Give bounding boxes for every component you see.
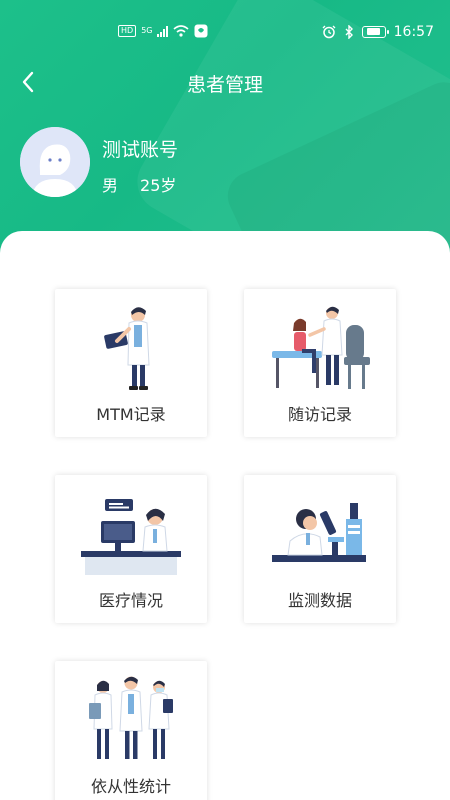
doctor-tablet-illustration	[104, 307, 150, 390]
page-title: 患者管理	[186, 74, 263, 96]
header-banner: HD 5G 16:57 患者管理 测试账号 男 25岁	[0, 0, 450, 260]
avatar	[20, 127, 90, 197]
card-label: MTM记录	[96, 405, 166, 424]
doctor-computer-illustration	[81, 499, 181, 575]
patient-age: 25岁	[140, 176, 177, 195]
hd-indicator: HD	[118, 25, 137, 37]
compliance-stats-card[interactable]: 依从性统计	[55, 661, 207, 800]
patient-name: 测试账号	[102, 139, 179, 161]
battery-icon	[361, 26, 389, 38]
card-label: 医疗情况	[98, 591, 163, 610]
card-label: 依从性统计	[90, 777, 171, 796]
signal-icon	[157, 25, 169, 37]
microscope-illustration	[272, 503, 366, 562]
doctor-child-illustration	[272, 306, 370, 389]
navigation-bar: 患者管理	[0, 58, 450, 106]
patient-gender: 男	[102, 176, 119, 195]
alarm-icon	[322, 25, 336, 39]
network-type: 5G	[141, 26, 153, 35]
medical-status-card[interactable]: 医疗情况	[55, 475, 207, 623]
monitoring-data-card[interactable]: 监测数据	[244, 475, 396, 623]
wifi-icon	[173, 25, 190, 37]
patient-profile: 测试账号 男 25岁	[20, 127, 178, 197]
mtm-record-card[interactable]: MTM记录	[55, 289, 207, 437]
card-label: 监测数据	[287, 591, 352, 610]
followup-record-card[interactable]: 随访记录	[244, 289, 396, 437]
clock: 16:57	[393, 24, 434, 40]
bluetooth-icon	[345, 25, 353, 39]
medical-team-illustration	[89, 676, 173, 759]
card-label: 随访记录	[287, 405, 352, 424]
app-notification-icon	[194, 24, 208, 38]
status-bar: HD 5G 16:57	[0, 20, 450, 48]
menu-panel: MTM记录 随访记录 医疗情况 监测数据 依从性统计	[0, 231, 450, 800]
user-avatar-icon	[20, 127, 90, 197]
